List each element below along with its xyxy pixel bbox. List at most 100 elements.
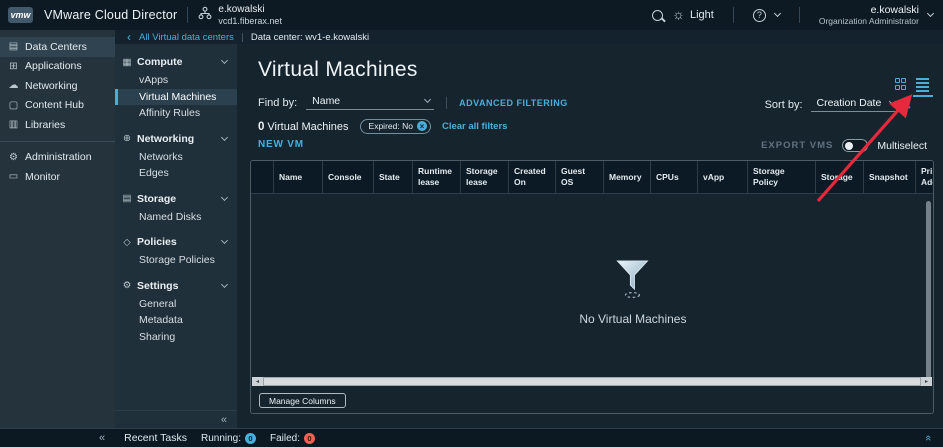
column-header-snapshot[interactable]: Snapshot [864, 161, 916, 193]
scrollbar-thumb[interactable] [263, 377, 921, 386]
tree-item-affinity-rules[interactable]: Affinity Rules [115, 105, 237, 122]
column-header-label: Created On [514, 166, 550, 187]
theme-toggle-label[interactable]: Light [690, 9, 714, 21]
column-header-cpus[interactable]: CPUs [651, 161, 698, 193]
column-header-runtime-lease[interactable]: Runtime lease [413, 161, 461, 193]
tree-item-storage-policies[interactable]: Storage Policies [115, 252, 237, 269]
tree-item-edges[interactable]: Edges [115, 165, 237, 182]
sidebar-item-data-centers[interactable]: ▤Data Centers [0, 37, 115, 57]
tree-section-settings[interactable]: ⚙Settings [115, 276, 237, 296]
export-vms-button[interactable]: EXPORT VMS [761, 140, 833, 151]
sidebar-item-content-hub[interactable]: ▢Content Hub [0, 96, 115, 116]
column-header-guest-os[interactable]: Guest OS [556, 161, 604, 193]
column-header-label: Guest OS [561, 166, 598, 187]
tree-item-networks[interactable]: Networks [115, 149, 237, 166]
header-divider [733, 7, 734, 23]
org-context[interactable]: e.kowalski vcd1.fiberax.net [218, 4, 282, 27]
vmware-logo[interactable]: vmw [8, 7, 33, 23]
vertical-scrollbar[interactable] [926, 201, 931, 381]
column-header-created-on[interactable]: Created On [509, 161, 556, 193]
expand-tasks-icon[interactable] [922, 435, 934, 441]
tree-item-general[interactable]: General [115, 296, 237, 313]
multiselect-toggle[interactable] [842, 139, 868, 152]
chevron-down-icon [221, 237, 228, 244]
column-header-memory[interactable]: Memory [604, 161, 651, 193]
failed-count-badge[interactable]: 0 [304, 433, 315, 444]
tree-item-virtual-machines[interactable]: Virtual Machines [115, 89, 237, 106]
collapse-sidebar-icon[interactable] [221, 414, 227, 426]
vm-count-label: Virtual Machines [267, 121, 348, 133]
column-header-name[interactable]: Name [274, 161, 323, 193]
running-count-badge[interactable]: 0 [245, 433, 256, 444]
clear-all-filters-link[interactable]: Clear all filters [442, 121, 507, 132]
column-header-label: Storage lease [466, 166, 503, 187]
help-icon[interactable] [753, 9, 766, 22]
settings-gear-icon: ⚙ [122, 280, 132, 291]
column-header-empty[interactable] [251, 161, 274, 193]
sidebar-collapse-bar [115, 410, 237, 428]
failed-tasks: Failed: 0 [270, 433, 315, 444]
user-menu-chevron-down-icon[interactable] [927, 10, 934, 17]
empty-state: No Virtual Machines [579, 259, 686, 326]
libraries-icon: ▥ [8, 119, 19, 130]
secondary-sidebar: ▦ComputevAppsVirtual MachinesAffinity Ru… [115, 44, 237, 428]
remove-filter-icon[interactable] [417, 121, 427, 131]
sidebar-item-applications[interactable]: ⊞Applications [0, 57, 115, 77]
tree-item-named-disks[interactable]: Named Disks [115, 209, 237, 226]
column-header-console[interactable]: Console [323, 161, 374, 193]
sidebar-item-monitor[interactable]: ▭Monitor [0, 167, 115, 187]
user-menu[interactable]: e.kowalski Organization Administrator [819, 4, 919, 27]
tree-section-networking[interactable]: ⊕Networking [115, 129, 237, 149]
list-view-toggle[interactable] [916, 78, 929, 97]
find-by-label: Find by: [258, 97, 297, 109]
column-header-storage-policy[interactable]: Storage Policy [748, 161, 816, 193]
running-tasks: Running: 0 [201, 433, 256, 444]
breadcrumb-back-link[interactable]: All Virtual data centers [139, 32, 234, 43]
recent-tasks-title[interactable]: Recent Tasks [124, 432, 187, 444]
collapse-tasks-icon[interactable] [99, 432, 105, 444]
sidebar-item-networking[interactable]: ☁Networking [0, 76, 115, 96]
theme-sun-icon[interactable] [672, 6, 685, 24]
horizontal-scrollbar[interactable] [252, 377, 932, 386]
vmware-cloud-director-app: vmw VMware Cloud Director e.kowalski vcd… [0, 0, 943, 447]
manage-columns-button[interactable]: Manage Columns [259, 393, 346, 408]
tree-section-policies[interactable]: ◇Policies [115, 232, 237, 252]
sort-direction-icon[interactable] [907, 99, 913, 111]
tree-section-label: Networking [137, 133, 217, 145]
empty-state-text: No Virtual Machines [579, 312, 686, 326]
column-header-vapp[interactable]: vApp [698, 161, 748, 193]
grid-view-icon[interactable] [895, 78, 907, 90]
chevron-down-icon [221, 193, 228, 200]
help-chevron-down-icon[interactable] [774, 10, 781, 17]
tree-item-vapps[interactable]: vApps [115, 72, 237, 89]
storage-disk-icon: ▤ [122, 193, 132, 204]
sidebar-item-label: Content Hub [25, 99, 84, 111]
breadcrumb-back-icon[interactable] [127, 28, 131, 46]
scroll-left-button[interactable] [252, 377, 263, 386]
tree-item-metadata[interactable]: Metadata [115, 312, 237, 329]
sidebar-item-administration[interactable]: ⚙Administration [0, 148, 115, 168]
vm-count: 0 [258, 121, 264, 133]
sidebar-item-label: Administration [25, 151, 92, 163]
header-actions: Light e.kowalski Organization Administra… [652, 4, 933, 27]
column-header-state[interactable]: State [374, 161, 413, 193]
column-header-primary-ip-address[interactable]: Primary IP Address [916, 161, 933, 193]
multiselect-label: Multiselect [877, 140, 927, 152]
chevron-down-icon [424, 96, 431, 103]
sort-by-select[interactable]: Creation Date [811, 97, 899, 112]
tree-item-sharing[interactable]: Sharing [115, 329, 237, 346]
sidebar-item-libraries[interactable]: ▥Libraries [0, 115, 115, 135]
search-icon[interactable] [652, 10, 663, 21]
breadcrumb: All Virtual data centers Data center: wv… [115, 30, 943, 44]
tree-section-storage[interactable]: ▤Storage [115, 189, 237, 209]
tree-section-compute[interactable]: ▦Compute [115, 52, 237, 72]
new-vm-button[interactable]: NEW VM [258, 139, 304, 150]
tree-sections: ▦ComputevAppsVirtual MachinesAffinity Ru… [115, 52, 237, 345]
scroll-right-button[interactable] [921, 377, 932, 386]
column-header-storage-lease[interactable]: Storage lease [461, 161, 509, 193]
find-by-select[interactable]: Name [306, 95, 434, 110]
column-header-storage[interactable]: Storage [816, 161, 864, 193]
advanced-filtering-link[interactable]: ADVANCED FILTERING [459, 98, 568, 108]
filter-chip-expired[interactable]: Expired: No [360, 119, 431, 134]
tree-section-label: Compute [137, 56, 217, 68]
